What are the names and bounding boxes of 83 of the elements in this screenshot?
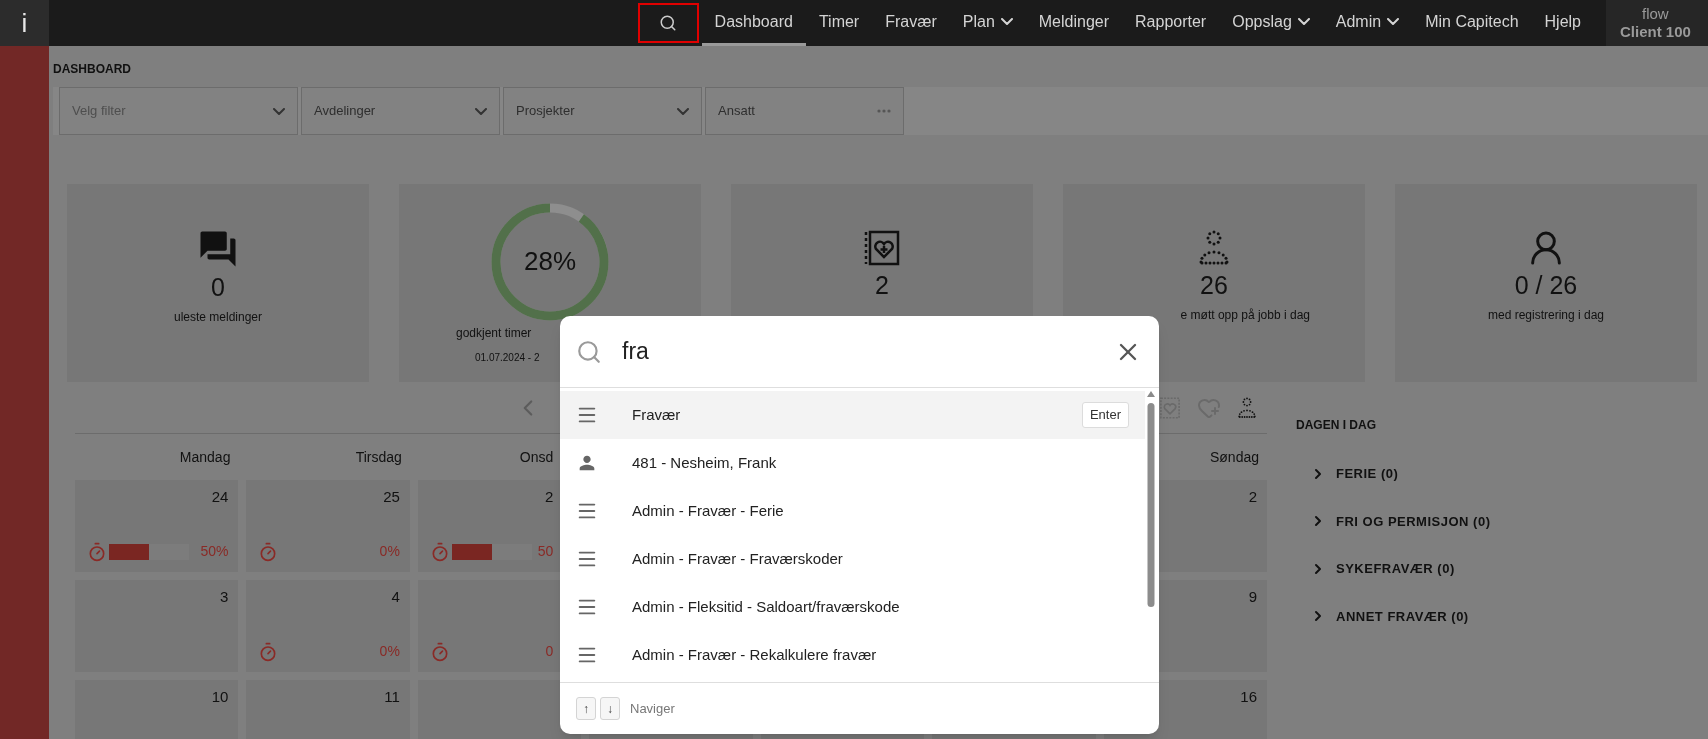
percent-value: 0 <box>545 642 554 661</box>
calendar-day-cell[interactable]: 4 0% <box>246 580 410 672</box>
stopwatch-icon <box>87 541 107 562</box>
search-button[interactable] <box>637 3 699 43</box>
search-icon <box>576 338 602 365</box>
day-number: 25 <box>383 487 400 506</box>
client-name: Client 100 <box>1620 23 1692 41</box>
weekday-header: Tirsdag <box>355 447 402 467</box>
result-label: Admin - Fravær - Ferie <box>632 500 784 521</box>
percent-value: 50% <box>200 542 229 561</box>
calendar-day-cell[interactable]: 10 <box>75 680 239 739</box>
stat-label: e møtt opp på jobb i dag <box>1180 307 1311 324</box>
weekday-header: Mandag <box>179 447 231 467</box>
nav-tab[interactable]: Hjelp <box>1531 0 1594 46</box>
stat-label: med registrering i dag <box>1487 307 1605 324</box>
chevron-down-icon <box>677 107 689 115</box>
nav-tab[interactable]: Min Capitech <box>1412 0 1532 46</box>
calendar-day-cell[interactable]: 11 <box>246 680 410 739</box>
weekday-header: Onsd <box>519 447 554 467</box>
day-number: 2 <box>1248 487 1257 506</box>
search-icon <box>659 14 678 32</box>
result-label: Fravær <box>632 404 681 425</box>
absence-group[interactable]: ANNET FRAVÆR (0) <box>1310 606 1491 626</box>
weekday-header: Søndag <box>1209 447 1259 467</box>
stat-label: uleste meldinger <box>173 309 263 326</box>
absence-group[interactable]: FERIE (0) <box>1310 464 1491 484</box>
stat-value: 2 <box>875 270 889 300</box>
app-name: flow <box>1641 5 1670 23</box>
filter-dropdown[interactable]: Ansatt <box>705 87 904 135</box>
filter-dropdown[interactable]: Prosjekter <box>503 87 702 135</box>
result-label: Admin - Fleksitid - Saldoart/fraværskode <box>632 596 900 617</box>
percent-value: 0% <box>379 542 400 561</box>
day-number: 9 <box>1248 587 1257 606</box>
result-label: Admin - Fravær - Rekalkulere fravær <box>632 644 877 665</box>
day-number: 11 <box>384 687 400 706</box>
app-logo[interactable]: i <box>0 0 49 46</box>
date-range: 01.07.2024 - 2 <box>474 350 540 365</box>
dotted-person-icon <box>1235 395 1259 420</box>
nav-tab[interactable]: Timer <box>805 0 873 46</box>
chevron-down-icon <box>273 107 285 115</box>
day-number: 16 <box>1240 687 1257 706</box>
percent-value: 0% <box>379 642 400 661</box>
day-number: 10 <box>211 687 229 706</box>
search-input[interactable]: fra <box>622 334 1113 369</box>
navigate-hint: Naviger <box>630 699 675 718</box>
stat-value: 28% <box>523 245 576 278</box>
nav-tab[interactable]: Meldinger <box>1025 0 1123 46</box>
calendar-day-cell[interactable]: 24 50% <box>75 480 239 572</box>
calendar-day-cell[interactable]: 25 0% <box>246 480 410 572</box>
nav-tab[interactable]: Admin <box>1322 0 1413 46</box>
chevron-down-icon <box>1387 18 1400 25</box>
clipboard-heart-icon <box>862 228 902 268</box>
nav-tab[interactable]: Dashboard <box>701 0 806 46</box>
filter-dropdown[interactable]: Avdelinger <box>301 87 500 135</box>
enter-key-hint: Enter <box>1081 402 1129 428</box>
absence-group[interactable]: SYKEFRAVÆR (0) <box>1310 559 1491 579</box>
day-number: 4 <box>391 587 400 606</box>
more-icon <box>877 109 891 113</box>
stat-value: 0 <box>211 272 225 302</box>
chevron-down-icon <box>1000 18 1013 25</box>
search-result[interactable]: Fravær Enter <box>560 391 1145 439</box>
day-number: 24 <box>211 487 229 506</box>
stat-value: 0 / 26 <box>1514 270 1578 300</box>
section-title: DAGEN I DAG <box>1296 417 1377 434</box>
key-hint: ↑ <box>576 697 596 720</box>
page-title: DASHBOARD <box>53 61 132 77</box>
absence-group[interactable]: FRI OG PERMISJON (0) <box>1310 511 1491 531</box>
percent-value: 50 <box>537 542 554 561</box>
calendar-day-cell[interactable]: 3 <box>75 580 239 672</box>
chevron-down-icon <box>475 107 487 115</box>
day-number: 3 <box>220 587 229 606</box>
stat-label: godkjent timer <box>455 324 532 342</box>
chevron-down-icon <box>1297 18 1310 25</box>
nav-tab[interactable]: Plan <box>949 0 1026 46</box>
nav-tab[interactable]: Rapporter <box>1122 0 1220 46</box>
nav-tab[interactable]: Oppslag <box>1219 0 1323 46</box>
result-label: 481 - Nesheim, Frank <box>632 452 777 473</box>
day-number: 2 <box>544 487 554 506</box>
key-hint: ↓ <box>600 697 620 720</box>
result-label: Admin - Fravær - Fraværskoder <box>632 548 843 569</box>
account-panel[interactable]: flow Client 100 <box>1606 0 1708 46</box>
nav-tab[interactable]: Fravær <box>872 0 950 46</box>
stat-value: 26 <box>1200 270 1228 300</box>
